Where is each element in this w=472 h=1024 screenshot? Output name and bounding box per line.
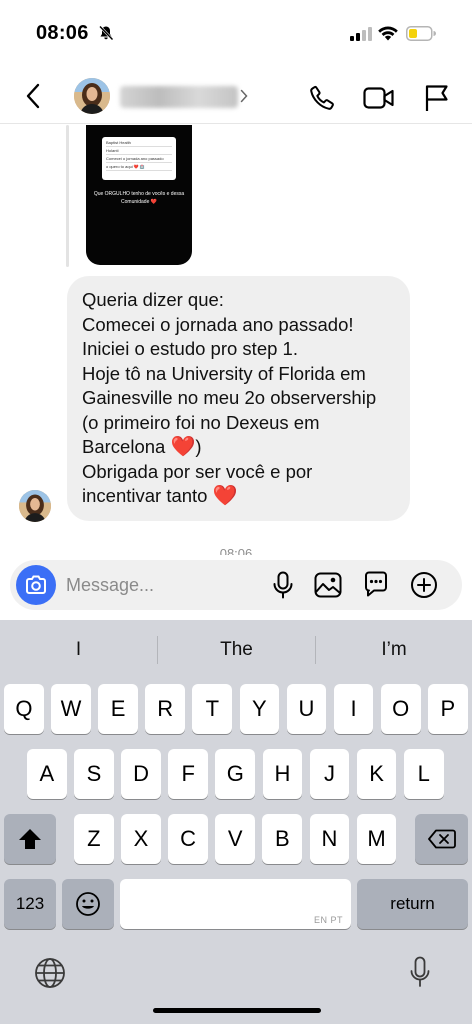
key-p[interactable]: P bbox=[427, 684, 468, 734]
key-q[interactable]: Q bbox=[4, 684, 44, 734]
message-text: Barcelona bbox=[82, 436, 166, 457]
key-s[interactable]: S bbox=[74, 749, 114, 799]
wifi-icon bbox=[377, 25, 399, 46]
gallery-image-icon[interactable] bbox=[314, 572, 342, 603]
emoji-key[interactable] bbox=[62, 879, 114, 929]
status-bar: 08:06 bbox=[0, 0, 472, 62]
key-g[interactable]: G bbox=[215, 749, 256, 799]
story-card-line: Comecei o jornada ano passado bbox=[106, 155, 172, 163]
story-card-line: Baptist Health bbox=[106, 139, 172, 147]
keyboard: I The I’m QWERTYUIOP ASDFGHJKL ZXCVBNM 1… bbox=[0, 620, 472, 1024]
key-t[interactable]: T bbox=[192, 684, 233, 734]
key-h[interactable]: H bbox=[262, 749, 303, 799]
message-line-with-emoji: Barcelona ❤️) bbox=[82, 436, 202, 458]
suggestion-1[interactable]: I bbox=[0, 620, 157, 680]
bell-off-icon bbox=[98, 25, 114, 46]
add-plus-icon[interactable] bbox=[410, 571, 438, 604]
language-hint: EN PT bbox=[313, 915, 343, 925]
heart-emoji: ❤️ bbox=[212, 485, 238, 507]
key-k[interactable]: K bbox=[356, 749, 397, 799]
key-v[interactable]: V bbox=[215, 814, 256, 864]
backspace-key[interactable] bbox=[415, 814, 468, 864]
chevron-right-icon[interactable] bbox=[240, 89, 248, 108]
key-i[interactable]: I bbox=[333, 684, 374, 734]
key-e[interactable]: E bbox=[98, 684, 138, 734]
battery-low-power-icon bbox=[406, 26, 436, 46]
key-j[interactable]: J bbox=[309, 749, 350, 799]
suggestion-2[interactable]: The bbox=[158, 620, 315, 680]
key-b[interactable]: B bbox=[262, 814, 303, 864]
key-z[interactable]: Z bbox=[74, 814, 114, 864]
dictation-mic-icon[interactable] bbox=[409, 956, 431, 993]
message-line: Obrigada por ser você e por bbox=[82, 460, 313, 482]
message-text: incentivar tanto bbox=[82, 485, 208, 506]
globe-icon[interactable] bbox=[34, 957, 66, 994]
chat-header bbox=[0, 66, 472, 124]
message-line: Queria dizer que: bbox=[82, 289, 224, 310]
story-card-line: o quero to aqui ❤️ 🏥 bbox=[106, 163, 172, 171]
numbers-key[interactable]: 123 bbox=[4, 879, 56, 929]
space-key[interactable]: EN PT bbox=[120, 879, 351, 929]
story-form-card: Baptist Health Holanti Comecei o jornada… bbox=[102, 137, 176, 180]
key-l[interactable]: L bbox=[403, 749, 444, 799]
microphone-icon[interactable] bbox=[272, 571, 294, 604]
message-line: Hoje tô na University of Florida em bbox=[82, 362, 366, 384]
video-call-icon[interactable] bbox=[363, 86, 395, 115]
key-a[interactable]: A bbox=[27, 749, 67, 799]
key-x[interactable]: X bbox=[121, 814, 161, 864]
predictive-bar: I The I’m bbox=[0, 620, 472, 680]
key-n[interactable]: N bbox=[309, 814, 350, 864]
phone-call-icon[interactable] bbox=[308, 84, 336, 117]
return-key[interactable]: return bbox=[357, 879, 468, 929]
message-bubble[interactable]: Queria dizer que: Comecei o jornada ano … bbox=[67, 276, 410, 521]
key-w[interactable]: W bbox=[51, 684, 91, 734]
key-d[interactable]: D bbox=[121, 749, 161, 799]
suggestion-3[interactable]: I’m bbox=[316, 620, 472, 680]
camera-button[interactable] bbox=[16, 565, 56, 605]
story-caption: Que ORGULHO tenho de vocês e dessa Comun… bbox=[93, 191, 185, 205]
message-line: Iniciei o estudo pro step 1. bbox=[82, 338, 298, 359]
message-thread[interactable]: Baptist Health Holanti Comecei o jornada… bbox=[0, 125, 472, 555]
key-c[interactable]: C bbox=[168, 814, 208, 864]
key-m[interactable]: M bbox=[356, 814, 397, 864]
message-composer bbox=[10, 560, 462, 610]
key-f[interactable]: F bbox=[168, 749, 209, 799]
screen: 08:06 Baptist Health Holanti Comecei o j… bbox=[0, 0, 472, 1024]
message-line: Gainesville no meu 2o observership bbox=[82, 387, 377, 408]
key-u[interactable]: U bbox=[286, 684, 327, 734]
message-timestamp: 08:06 bbox=[219, 546, 253, 555]
sender-avatar[interactable] bbox=[19, 490, 51, 522]
status-time: 08:06 bbox=[36, 22, 89, 44]
heart-emoji: ❤️ bbox=[170, 436, 196, 458]
sticker-chat-icon[interactable] bbox=[362, 571, 390, 604]
message-line: (o primeiro foi no Dexeus em bbox=[82, 411, 320, 433]
cellular-signal-icon bbox=[350, 27, 372, 46]
reply-indicator-line bbox=[66, 125, 69, 267]
key-y[interactable]: Y bbox=[239, 684, 280, 734]
message-input[interactable] bbox=[66, 573, 266, 597]
key-o[interactable]: O bbox=[380, 684, 421, 734]
story-card-line: Holanti bbox=[106, 147, 172, 155]
key-r[interactable]: R bbox=[145, 684, 186, 734]
message-line-with-emoji: incentivar tanto ❤️ bbox=[82, 484, 396, 509]
contact-name-redacted[interactable] bbox=[120, 86, 238, 108]
shift-key[interactable] bbox=[4, 814, 56, 864]
replied-story-thumbnail[interactable]: Baptist Health Holanti Comecei o jornada… bbox=[86, 125, 192, 265]
home-indicator[interactable] bbox=[153, 1008, 321, 1013]
message-line: Comecei o jornada ano passado! bbox=[82, 313, 354, 335]
contact-avatar[interactable] bbox=[74, 78, 110, 114]
back-chevron-icon[interactable] bbox=[26, 83, 40, 114]
flag-report-icon[interactable] bbox=[424, 84, 450, 117]
